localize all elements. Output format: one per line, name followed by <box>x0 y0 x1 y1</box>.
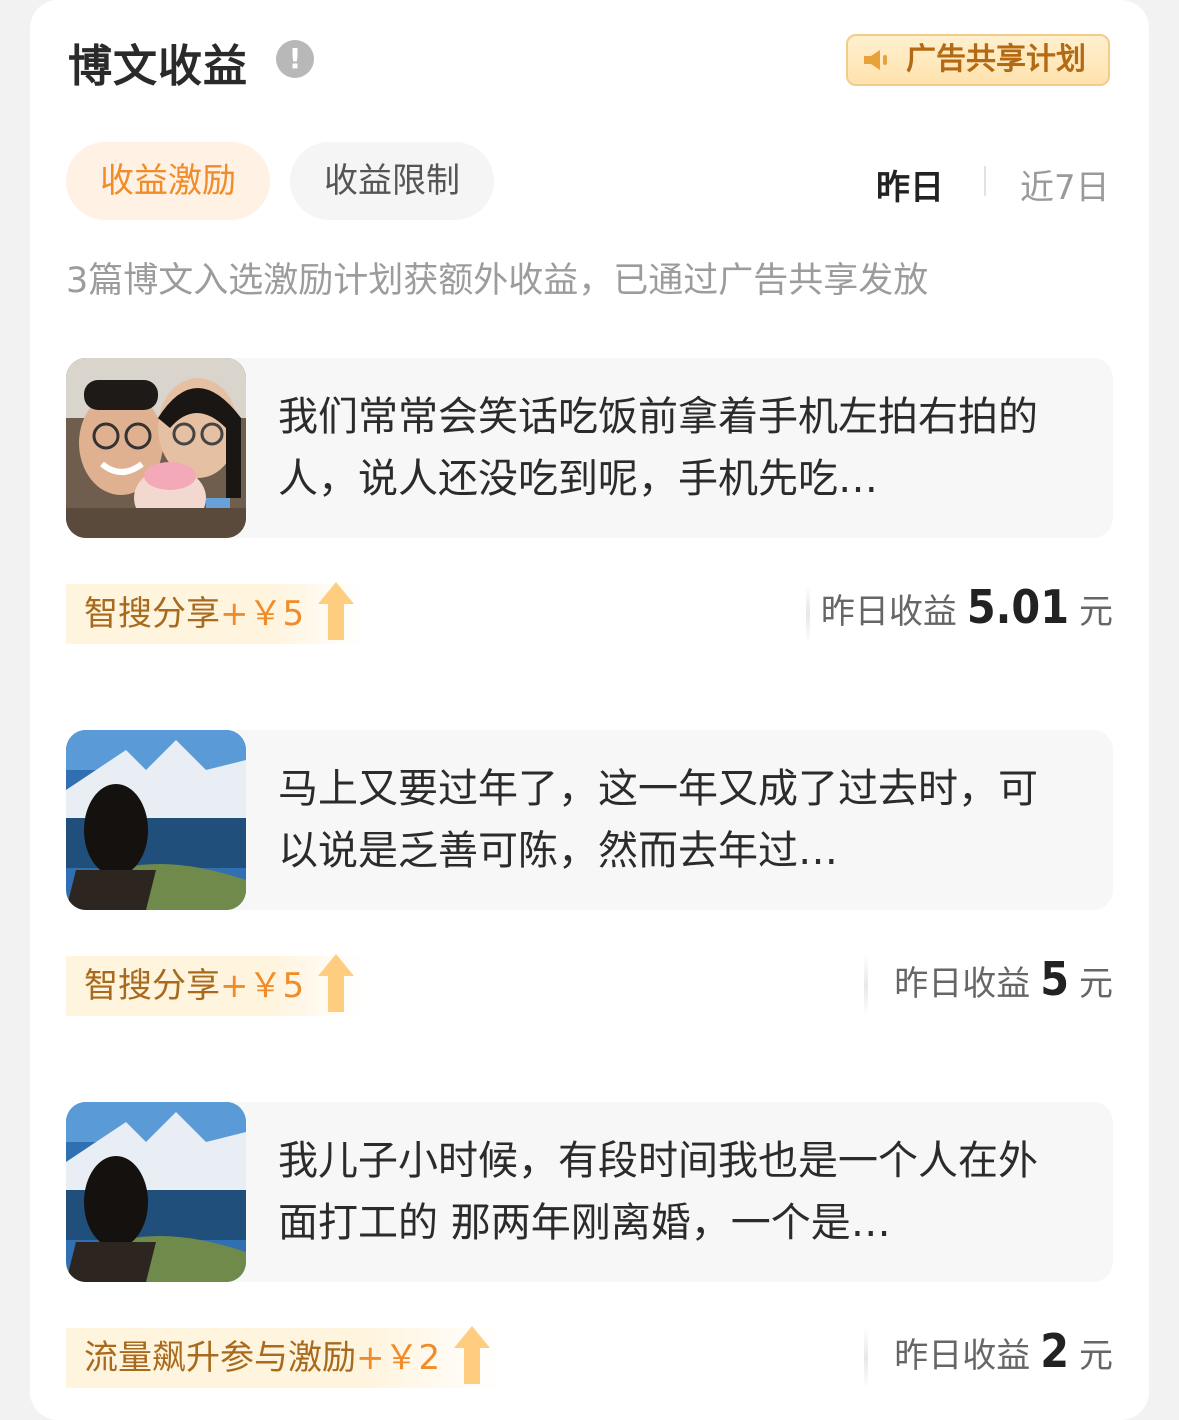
tab-earnings-incentive[interactable]: 收益激励 <box>66 142 270 220</box>
up-arrow-icon <box>318 954 355 1012</box>
earn-label: 昨日收益 <box>820 592 957 632</box>
earn-value: 5 <box>1040 952 1069 1006</box>
earn-divider <box>864 956 868 1016</box>
ad-share-plan-button[interactable]: 广告共享计划 <box>846 34 1110 86</box>
reward-amount: +￥5 <box>220 594 305 634</box>
post-item[interactable]: 马上又要过年了，这一年又成了过去时，可以说是乏善可陈，然而去年过… <box>66 730 1113 910</box>
earn-unit: 元 <box>1079 1336 1113 1376</box>
page-title: 博文收益 <box>68 41 248 92</box>
reward-name: 流量飙升参与激励 <box>84 1338 356 1378</box>
reward-name: 智搜分享 <box>84 966 220 1006</box>
reward-tag: 流量飙升参与激励+￥2 <box>66 1326 501 1388</box>
post-excerpt: 我们常常会笑话吃饭前拿着手机左拍右拍的人，说人还没吃到呢，手机先吃… <box>278 394 1038 502</box>
reward-tag: 智搜分享+￥5 <box>66 954 365 1016</box>
post-item[interactable]: 我儿子小时候，有段时间我也是一个人在外面打工的 那两年刚离婚，一个是… <box>66 1102 1113 1282</box>
range-yesterday[interactable]: 昨日 <box>876 160 944 209</box>
up-arrow-icon <box>454 1326 491 1384</box>
reward-amount: +￥2 <box>356 1338 441 1378</box>
post-item[interactable]: 我们常常会笑话吃饭前拿着手机左拍右拍的人，说人还没吃到呢，手机先吃… <box>66 358 1113 538</box>
earn-unit: 元 <box>1079 964 1113 1004</box>
summary-text: 3篇博文入选激励计划获额外收益，已通过广告共享发放 <box>66 261 929 301</box>
up-arrow-icon <box>318 582 355 640</box>
post-excerpt: 我儿子小时候，有段时间我也是一个人在外面打工的 那两年刚离婚，一个是… <box>278 1138 1038 1246</box>
post-earnings-card: 博文收益 ! 广告共享计划 收益激励 收益限制 昨日 近7日 3篇博文入选激励计… <box>30 0 1149 1420</box>
tab-earnings-limit[interactable]: 收益限制 <box>290 142 494 220</box>
earn-divider <box>806 584 810 644</box>
post-thumbnail <box>66 730 246 910</box>
earn-label: 昨日收益 <box>894 964 1031 1004</box>
earn-value: 5.01 <box>966 580 1069 634</box>
speaker-icon <box>864 50 887 70</box>
earn-divider <box>864 1328 868 1388</box>
yesterday-earnings: 昨日收益 2 元 <box>894 1324 1113 1378</box>
post-thumbnail <box>66 1102 246 1282</box>
yesterday-earnings: 昨日收益 5 元 <box>894 952 1113 1006</box>
range-last7days[interactable]: 近7日 <box>1020 160 1110 209</box>
post-excerpt: 马上又要过年了，这一年又成了过去时，可以说是乏善可陈，然而去年过… <box>278 766 1038 874</box>
ad-share-plan-label: 广告共享计划 <box>906 42 1086 77</box>
info-icon[interactable]: ! <box>276 40 314 78</box>
earn-label: 昨日收益 <box>894 1336 1031 1376</box>
reward-amount: +￥5 <box>220 966 305 1006</box>
yesterday-earnings: 昨日收益 5.01 元 <box>821 580 1113 634</box>
earn-unit: 元 <box>1079 592 1113 632</box>
reward-name: 智搜分享 <box>84 594 220 634</box>
earn-value: 2 <box>1040 1324 1069 1378</box>
range-divider <box>984 166 986 196</box>
reward-tag: 智搜分享+￥5 <box>66 582 365 644</box>
post-thumbnail <box>66 358 246 538</box>
